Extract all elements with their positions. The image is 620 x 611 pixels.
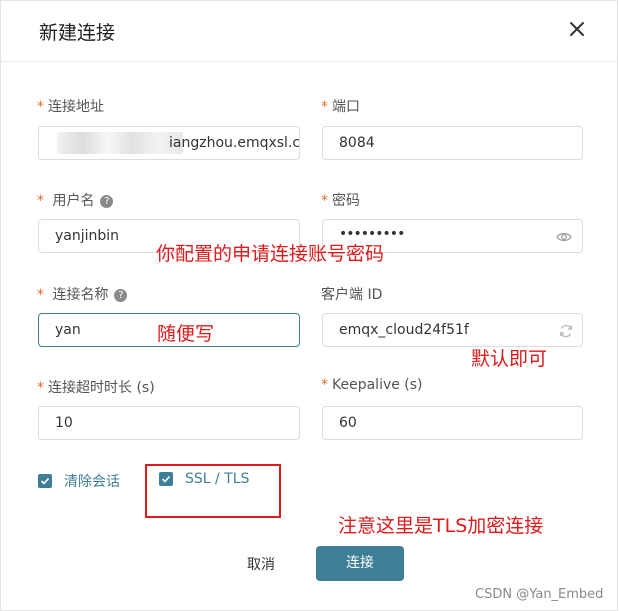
dialog-header: 新建连接 xyxy=(1,1,619,62)
port-value: 8084 xyxy=(339,135,375,151)
annotation-name: 随便写 xyxy=(157,323,215,345)
client-id-input[interactable]: emqx_cloud24f51f xyxy=(322,313,583,347)
keepalive-input[interactable]: 60 xyxy=(322,406,583,440)
new-connection-dialog: 新建连接 * 连接地址 iangzhou.emqxsl.c * 端口 8084 * … xyxy=(0,0,619,611)
dialog-title: 新建连接 xyxy=(39,22,116,44)
clean-session-checkbox[interactable]: 清除会话 xyxy=(38,471,120,491)
watermark-text: CSDN @Yan_Embed xyxy=(475,587,604,602)
client-id-value: emqx_cloud24f51f xyxy=(339,322,469,338)
host-input[interactable]: iangzhou.emqxsl.c xyxy=(38,126,300,160)
host-label: * 连接地址 xyxy=(37,99,104,115)
help-icon[interactable]: ? xyxy=(100,195,114,208)
required-mark: * xyxy=(321,99,328,115)
redacted-region xyxy=(57,132,183,154)
refresh-icon[interactable] xyxy=(558,323,574,339)
username-value: yanjinbin xyxy=(55,228,120,244)
password-label: * 密码 xyxy=(321,193,360,209)
required-mark: * xyxy=(37,287,44,303)
eye-icon[interactable] xyxy=(556,229,572,245)
port-input[interactable]: 8084 xyxy=(322,126,583,160)
required-mark: * xyxy=(37,380,44,396)
required-mark: * xyxy=(321,377,328,393)
close-icon[interactable] xyxy=(565,17,589,41)
connect-button[interactable]: 连接 xyxy=(316,546,404,581)
annotation-default: 默认即可 xyxy=(471,348,548,370)
client-id-label: 客户端 ID xyxy=(321,287,383,303)
required-mark: * xyxy=(321,193,328,209)
timeout-value: 10 xyxy=(55,415,73,431)
annotation-tls: 注意这里是TLS加密连接 xyxy=(338,515,544,537)
required-mark: * xyxy=(37,99,44,115)
annotation-highlight-box xyxy=(145,464,281,518)
timeout-label: * 连接超时时长 (s) xyxy=(37,380,155,396)
help-icon[interactable]: ? xyxy=(114,289,128,302)
cancel-button[interactable]: 取消 xyxy=(233,549,289,581)
host-value: iangzhou.emqxsl.c xyxy=(169,135,300,151)
connection-name-label: * 连接名称? xyxy=(37,284,128,304)
keepalive-label: * Keepalive (s) xyxy=(321,377,423,393)
required-mark: * xyxy=(37,193,44,209)
annotation-account: 你配置的申请连接账号密码 xyxy=(156,243,385,265)
check-icon[interactable] xyxy=(38,474,52,488)
port-label: * 端口 xyxy=(321,99,360,115)
timeout-input[interactable]: 10 xyxy=(38,406,300,440)
keepalive-value: 60 xyxy=(339,415,357,431)
username-label: * 用户名? xyxy=(37,190,114,210)
clean-session-label: 清除会话 xyxy=(64,474,120,490)
connection-name-value: yan xyxy=(55,322,81,338)
